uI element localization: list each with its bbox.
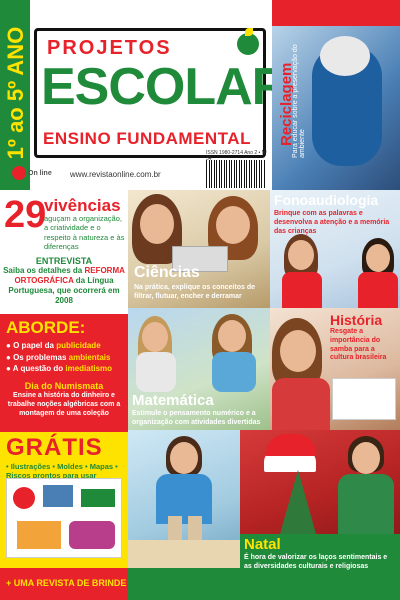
matematica-title: Matemática xyxy=(132,392,214,409)
natal-title: Natal xyxy=(244,536,281,553)
paper-sheet xyxy=(332,378,396,420)
magazine-cover: 1º ao 5º ANO PROJETOS ESCOLARES ENSINO F… xyxy=(0,0,400,600)
christmas-tree xyxy=(280,470,316,534)
magazine-logo: PROJETOS ESCOLARES ENSINO FUNDAMENTAL xyxy=(34,28,357,158)
table-surface xyxy=(128,540,240,568)
grade-band: 1º ao 5º ANO xyxy=(0,0,30,190)
cover-header: 1º ao 5º ANO PROJETOS ESCOLARES ENSINO F… xyxy=(0,0,357,190)
vivencias-desc: aguçam a organização, a criatividade e o… xyxy=(44,214,125,252)
ciencias-desc: Na prática, explique os conceitos de fil… xyxy=(134,284,255,300)
child-face xyxy=(140,204,174,244)
fono-desc: Brinque com as palavras e desenvolva a a… xyxy=(274,210,390,235)
matematica-photo: Matemática Estimule o pensamento numéric… xyxy=(128,308,270,430)
child-face xyxy=(288,240,314,270)
aborde-item: ● A questão do imediatismo xyxy=(6,364,113,374)
numismata-title: Dia do Numismata xyxy=(24,380,104,391)
bottle-cap-shape xyxy=(320,36,370,76)
reciclagem-photo: Reciclagem Para educar sobre a preservaç… xyxy=(272,26,400,190)
natal-desc: É hora de valorizar os laços sentimentai… xyxy=(244,554,388,570)
publisher-logo: On line xyxy=(12,166,52,180)
entrevista-box: ENTREVISTA Saiba os detalhes da REFORMA … xyxy=(0,252,128,314)
ciencias-photo: Ciências Na prática, explique os conceit… xyxy=(128,190,270,308)
vivencias-title: vivências xyxy=(44,196,121,215)
child-face xyxy=(142,322,168,352)
natal-caption-bar: Natal É hora de valorizar os laços senti… xyxy=(240,534,400,600)
logo-sub-text: ENSINO FUNDAMENTAL xyxy=(43,129,251,148)
historia-photo: História Resgate a importância do samba … xyxy=(270,308,400,430)
gratis-title: GRÁTIS xyxy=(6,434,103,461)
grade-label: 1º ao 5º ANO xyxy=(3,26,28,160)
child-face xyxy=(366,244,390,272)
craft-photo xyxy=(128,430,240,568)
child-face xyxy=(280,330,316,372)
entrevista-label: ENTREVISTA xyxy=(35,256,93,266)
aborde-box: ABORDE: ● O papel da publicidade ● Os pr… xyxy=(0,314,128,432)
fonoaudiologia-photo: Fonoaudiologia Brinque com as palavras e… xyxy=(270,190,400,308)
historia-title: História xyxy=(330,312,383,328)
barcode xyxy=(206,160,266,188)
historia-desc: Resgate a importância do samba para a cu… xyxy=(330,328,387,362)
gratis-illustrations xyxy=(6,478,122,558)
natal-photo xyxy=(240,430,400,534)
apple-icon xyxy=(237,28,259,55)
child-face xyxy=(170,442,198,474)
entrevista-desc: Saiba os detalhes da REFORMA ORTOGRÁFICA… xyxy=(3,266,125,305)
ciencias-title: Ciências xyxy=(134,264,200,281)
brinde-banner: + UMA REVISTA DE BRINDE xyxy=(0,568,128,600)
aborde-list: ● O papel da publicidade ● Os problemas … xyxy=(6,340,128,375)
child-face xyxy=(352,442,380,474)
aborde-item: ● Os problemas ambientais xyxy=(6,352,111,362)
publisher-icon xyxy=(12,166,26,180)
numismata-desc: Ensine a história do dinheiro e trabalhe… xyxy=(7,391,121,417)
matematica-desc: Estimule o pensamento numérico e a organ… xyxy=(132,410,261,426)
top-strip xyxy=(272,0,400,26)
fono-title: Fonoaudiologia xyxy=(274,192,379,208)
bottom-strip xyxy=(128,568,240,600)
child-face xyxy=(216,206,250,244)
aborde-item: ● O papel da publicidade xyxy=(6,341,101,350)
reciclagem-desc: Para educar sobre a preservação do ambie… xyxy=(292,44,306,158)
site-url: www.revistaonline.com.br xyxy=(70,170,161,179)
aborde-title: ABORDE: xyxy=(6,318,86,337)
gratis-box: GRÁTIS • Ilustrações • Moldes • Mapas • … xyxy=(0,432,128,568)
child-face xyxy=(218,320,246,352)
santa-hat xyxy=(266,434,316,456)
vivencias-number: 29 xyxy=(4,194,47,236)
